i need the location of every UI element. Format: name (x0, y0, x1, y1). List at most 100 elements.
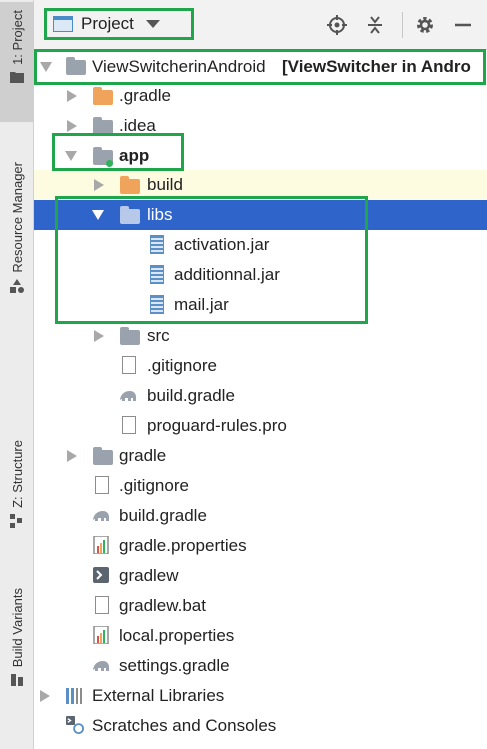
gradle-elephant-icon (93, 661, 109, 671)
tree-row-gradle-dir[interactable]: .gradle (34, 81, 487, 111)
tool-window-strip: 1: Project Resource Manager Z: Structure… (0, 0, 34, 749)
jar-icon (150, 265, 164, 284)
tree-item-label: activation.jar (174, 235, 270, 254)
tree-item-label: proguard-rules.pro (147, 416, 287, 435)
tab-project-label: 1: Project (9, 10, 25, 65)
tab-project[interactable]: 1: Project (0, 2, 34, 122)
jar-icon (150, 235, 164, 254)
tree-row-activation-jar[interactable]: activation.jar (34, 230, 487, 260)
root-module-name: [ViewSwitcher in Andro (282, 57, 471, 76)
folder-icon (120, 206, 140, 224)
tree-row-local-properties[interactable]: local.properties (34, 621, 487, 651)
tree-row-gradle-properties[interactable]: gradle.properties (34, 531, 487, 561)
scratches-icon (66, 716, 84, 734)
tree-row-idea[interactable]: .idea (34, 111, 487, 141)
tree-item-label: gradlew (119, 566, 179, 585)
tab-resource-manager-label: Resource Manager (9, 162, 25, 273)
tree-item-label: additionnal.jar (174, 265, 280, 284)
folder-icon (120, 327, 140, 345)
module-folder-icon (66, 57, 86, 75)
build-variants-icon (11, 674, 23, 687)
tab-resource-manager[interactable]: Resource Manager (0, 162, 34, 322)
tree-item-label: .gitignore (119, 476, 189, 495)
project-tree: ViewSwitcherinAndroid [ViewSwitcher in A… (34, 50, 487, 749)
tree-item-label: .gitignore (147, 356, 217, 375)
project-window-icon (53, 16, 73, 32)
minimize-icon[interactable] (452, 14, 474, 36)
library-icon (66, 688, 82, 704)
folder-icon (93, 87, 113, 105)
gradle-elephant-icon (120, 391, 136, 401)
project-view-label: Project (81, 14, 134, 33)
shapes-icon (10, 278, 24, 293)
expand-arrow-icon[interactable] (65, 151, 77, 161)
expand-arrow-icon[interactable] (67, 90, 77, 102)
root-project-name: ViewSwitcherinAndroid (92, 57, 266, 76)
tree-item-label: mail.jar (174, 295, 229, 314)
text-file-icon (122, 416, 136, 434)
jar-icon (150, 295, 164, 314)
tree-item-label: settings.gradle (119, 656, 230, 675)
tree-item-label: gradle.properties (119, 536, 247, 555)
tree-item-label: build.gradle (119, 506, 207, 525)
folder-icon (93, 447, 113, 465)
tree-row-gradle[interactable]: gradle (34, 441, 487, 471)
header-separator (402, 12, 403, 38)
tree-item-label: build (147, 175, 183, 194)
tree-row-mail-jar[interactable]: mail.jar (34, 290, 487, 320)
tree-item-label: build.gradle (147, 386, 235, 405)
expand-arrow-icon[interactable] (40, 690, 50, 702)
tree-item-label: .idea (119, 116, 156, 135)
expand-arrow-icon[interactable] (94, 330, 104, 342)
tab-build-variants[interactable]: Build Variants (0, 588, 34, 718)
gear-icon[interactable] (414, 14, 436, 36)
tree-row-libs[interactable]: libs (34, 200, 487, 230)
tree-row-build-gradle[interactable]: build.gradle (34, 501, 487, 531)
tree-row-root[interactable]: ViewSwitcherinAndroid [ViewSwitcher in A… (34, 52, 487, 82)
tree-row-gradlew[interactable]: gradlew (34, 561, 487, 591)
tree-item-label: gradle (119, 446, 167, 465)
tree-row-src[interactable]: src (34, 321, 487, 351)
gradle-elephant-icon (93, 511, 109, 521)
tree-row-proguard[interactable]: proguard-rules.pro (34, 411, 487, 441)
module-badge-icon (106, 160, 113, 167)
tree-row-settings-gradle[interactable]: settings.gradle (34, 651, 487, 681)
text-file-icon (95, 596, 109, 614)
tree-row-app[interactable]: app (34, 141, 487, 171)
locate-icon[interactable] (326, 14, 348, 36)
tree-item-label: .gradle (119, 86, 171, 105)
tab-structure-label: Z: Structure (9, 440, 25, 508)
chevron-down-icon (145, 20, 160, 28)
tree-row-app-gitignore[interactable]: .gitignore (34, 351, 487, 381)
tab-build-variants-label: Build Variants (9, 588, 25, 668)
expand-arrow-icon[interactable] (92, 210, 104, 220)
tree-item-label: External Libraries (92, 686, 225, 705)
collapse-all-icon[interactable] (364, 14, 386, 36)
structure-icon (10, 513, 22, 528)
tree-item-label: src (147, 326, 170, 345)
tree-row-gradlew-bat[interactable]: gradlew.bat (34, 591, 487, 621)
expand-arrow-icon[interactable] (40, 62, 52, 72)
folder-icon (93, 117, 113, 135)
expand-arrow-icon[interactable] (94, 179, 104, 191)
project-view-dropdown[interactable]: Project (44, 8, 194, 40)
tree-item-label: libs (147, 205, 173, 224)
tree-item-label: local.properties (119, 626, 235, 645)
folder-icon (10, 71, 24, 83)
tree-row-app-build-gradle[interactable]: build.gradle (34, 381, 487, 411)
expand-arrow-icon[interactable] (67, 450, 77, 462)
expand-arrow-icon[interactable] (67, 120, 77, 132)
tab-structure[interactable]: Z: Structure (0, 440, 34, 550)
terminal-icon (93, 567, 109, 583)
tree-row-scratches[interactable]: Scratches and Consoles (34, 711, 487, 741)
tree-row-build[interactable]: build (34, 170, 487, 200)
folder-icon (120, 176, 140, 194)
properties-icon (93, 536, 109, 554)
tree-row-additionnal-jar[interactable]: additionnal.jar (34, 260, 487, 290)
tree-item-label: gradlew.bat (119, 596, 206, 615)
tree-row-gitignore[interactable]: .gitignore (34, 471, 487, 501)
tree-item-label: app (119, 146, 150, 165)
ignored-file-icon (122, 356, 136, 374)
tree-row-external-libraries[interactable]: External Libraries (34, 681, 487, 711)
properties-icon (93, 626, 109, 644)
